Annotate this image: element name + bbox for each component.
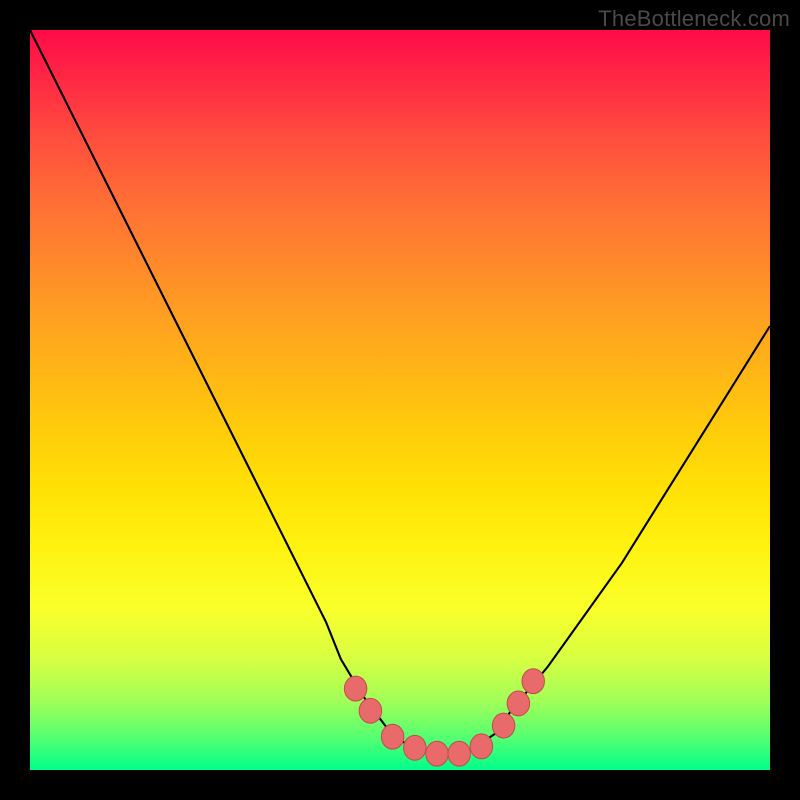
bottleneck-curve xyxy=(30,30,770,755)
marker-point xyxy=(344,676,367,701)
marker-point xyxy=(404,735,427,760)
marker-point xyxy=(522,669,545,694)
marker-point xyxy=(448,741,471,766)
marker-point xyxy=(492,713,514,738)
watermark-text: TheBottleneck.com xyxy=(598,6,790,32)
chart-frame: TheBottleneck.com xyxy=(0,0,800,800)
marker-point xyxy=(507,691,530,716)
marker-point xyxy=(470,734,493,759)
marker-point xyxy=(359,698,382,723)
plot-area xyxy=(30,30,770,770)
marker-point xyxy=(381,724,404,749)
marker-point xyxy=(426,741,449,766)
marker-group xyxy=(344,669,544,766)
chart-svg xyxy=(30,30,770,770)
